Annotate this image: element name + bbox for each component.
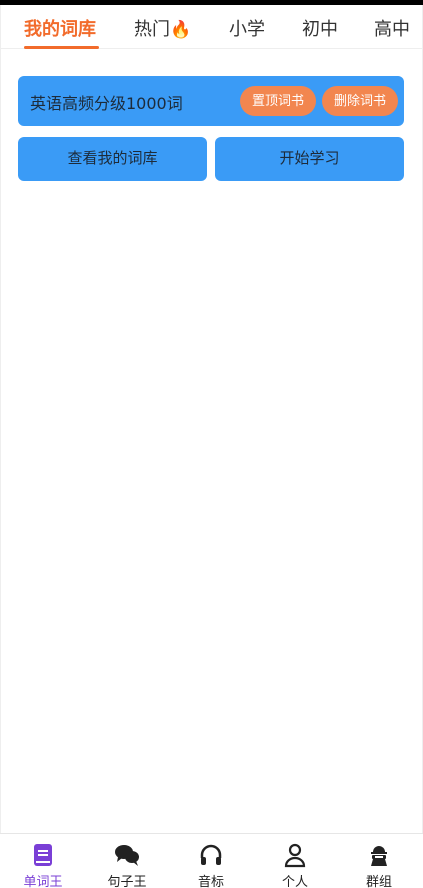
nav-label-phonetics: 音标 xyxy=(197,875,224,888)
start-learning-button[interactable]: 开始学习 xyxy=(215,137,404,181)
bottom-navigation: 单词王 句子王 音标 个人 群组 xyxy=(0,833,423,888)
nav-label-group: 群组 xyxy=(365,875,392,888)
nav-item-phonetics[interactable]: 音标 xyxy=(169,834,253,888)
book-icon xyxy=(34,844,52,866)
nav-label-sentence-king: 句子王 xyxy=(107,875,147,888)
pin-book-button[interactable]: 置顶词书 xyxy=(240,86,316,116)
category-tabs: 我的词库 热门🔥 小学 初中 高中 xyxy=(0,5,423,49)
fire-icon: 🔥 xyxy=(170,20,192,40)
headphones-icon xyxy=(200,844,222,865)
tab-primary-school[interactable]: 小学 xyxy=(229,15,265,41)
word-book-title: 英语高频分级1000词 xyxy=(30,94,183,113)
view-my-library-button[interactable]: 查看我的词库 xyxy=(18,137,207,181)
nav-item-word-king[interactable]: 单词王 xyxy=(1,834,85,888)
tab-hot-label: 热门 xyxy=(134,19,170,40)
nav-item-personal[interactable]: 个人 xyxy=(253,834,337,888)
tab-senior-high[interactable]: 高中 xyxy=(374,15,410,41)
left-border xyxy=(0,5,1,833)
person-icon xyxy=(284,843,306,868)
delete-book-button[interactable]: 删除词书 xyxy=(322,86,398,116)
nav-item-sentence-king[interactable]: 句子王 xyxy=(85,834,169,888)
nav-label-personal: 个人 xyxy=(281,875,308,888)
tab-my-library[interactable]: 我的词库 xyxy=(24,15,96,41)
active-tab-underline xyxy=(24,46,99,49)
word-book-card[interactable]: 英语高频分级1000词 置顶词书 删除词书 xyxy=(18,76,404,126)
tab-junior-high[interactable]: 初中 xyxy=(302,15,338,41)
tab-hot[interactable]: 热门🔥 xyxy=(134,15,191,41)
chat-bubbles-icon xyxy=(115,845,139,866)
nav-item-group[interactable]: 群组 xyxy=(337,834,421,888)
group-icon xyxy=(371,846,387,866)
nav-label-word-king: 单词王 xyxy=(23,875,63,888)
